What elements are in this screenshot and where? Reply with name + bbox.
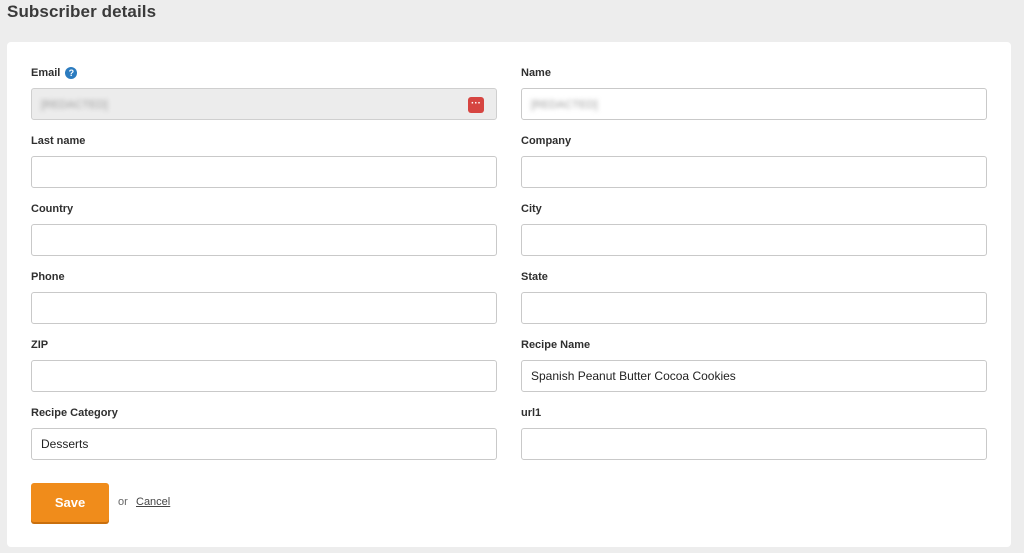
last-name-field-group: Last name — [31, 134, 497, 188]
city-field-group: City — [521, 202, 987, 256]
save-button[interactable]: Save — [31, 483, 109, 522]
recipe-name-field-group: Recipe Name Spanish Peanut Butter Cocoa … — [521, 338, 987, 392]
company-field-group: Company — [521, 134, 987, 188]
country-label: Country — [31, 203, 74, 215]
email-label: Email — [31, 67, 61, 79]
password-manager-icon[interactable]: ··· — [468, 97, 484, 113]
name-field[interactable]: [REDACTED] — [521, 88, 987, 120]
recipe-name-label: Recipe Name — [521, 339, 591, 351]
or-text: or — [118, 496, 128, 508]
email-field-group: Email ? [REDACTED] ··· — [31, 66, 497, 120]
state-field-group: State — [521, 270, 987, 324]
company-label: Company — [521, 135, 572, 147]
country-field[interactable] — [31, 224, 497, 256]
url1-field-group: url1 — [521, 406, 987, 460]
zip-field[interactable] — [31, 360, 497, 392]
country-field-group: Country — [31, 202, 497, 256]
state-field[interactable] — [521, 292, 987, 324]
phone-field-group: Phone — [31, 270, 497, 324]
recipe-category-field[interactable]: Desserts — [31, 428, 497, 460]
email-field[interactable]: [REDACTED] ··· — [31, 88, 497, 120]
url1-label: url1 — [521, 407, 542, 419]
company-field[interactable] — [521, 156, 987, 188]
phone-field[interactable] — [31, 292, 497, 324]
phone-label: Phone — [31, 271, 65, 283]
recipe-category-label: Recipe Category — [31, 407, 118, 419]
city-field[interactable] — [521, 224, 987, 256]
last-name-label: Last name — [31, 135, 86, 147]
zip-label: ZIP — [31, 339, 49, 351]
page-title: Subscriber details — [7, 2, 157, 21]
recipe-category-field-group: Recipe Category Desserts — [31, 406, 497, 460]
recipe-name-field[interactable]: Spanish Peanut Butter Cocoa Cookies — [521, 360, 987, 392]
city-label: City — [521, 203, 542, 215]
url1-field[interactable] — [521, 428, 987, 460]
name-label: Name — [521, 67, 551, 79]
cancel-link[interactable]: Cancel — [136, 496, 170, 508]
question-circle-icon[interactable]: ? — [65, 67, 78, 79]
zip-field-group: ZIP — [31, 338, 497, 392]
name-value: [REDACTED] — [531, 99, 598, 111]
name-field-group: Name [REDACTED] — [521, 66, 987, 120]
state-label: State — [521, 271, 548, 283]
subscriber-form-card: Email ? [REDACTED] ··· Name [REDACTED] L… — [7, 42, 1011, 547]
last-name-field[interactable] — [31, 156, 497, 188]
email-value: [REDACTED] — [41, 99, 108, 111]
